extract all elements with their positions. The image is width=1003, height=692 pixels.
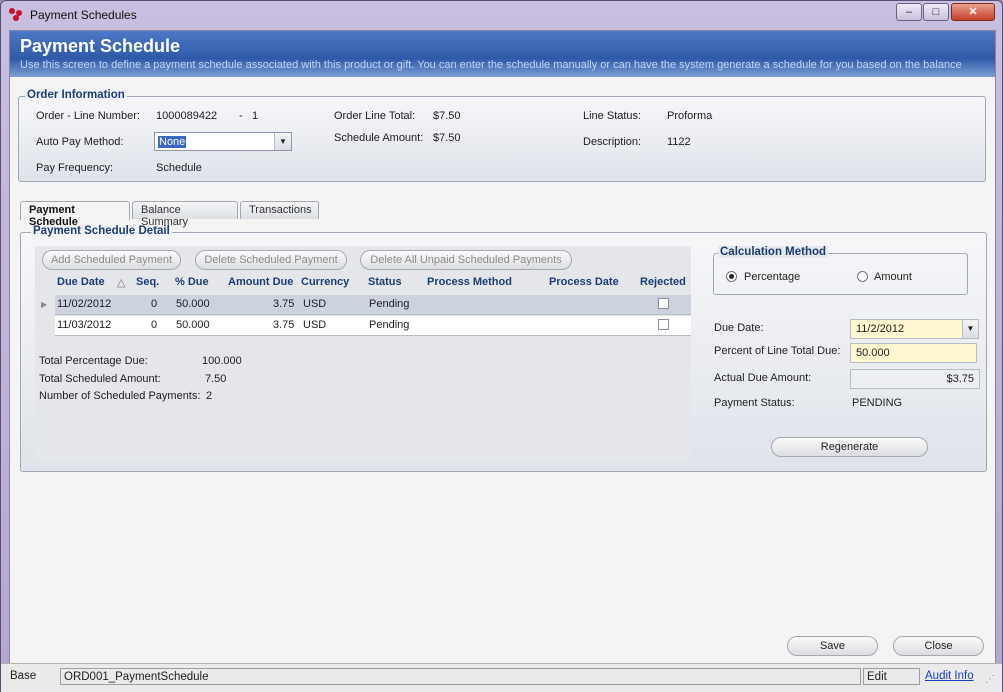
- audit-info-link[interactable]: Audit Info: [922, 668, 982, 685]
- payment-count-value: 2: [206, 390, 213, 402]
- row-amount: 3.75: [273, 298, 295, 310]
- status-base: Base: [10, 670, 37, 682]
- auto-pay-value: None: [158, 136, 187, 148]
- line-total-label: Order Line Total:: [334, 110, 416, 122]
- pay-frequency-label: Pay Frequency:: [36, 162, 114, 174]
- table-row[interactable]: 11/03/2012 0 50.000 3.75 USD Pending: [55, 316, 691, 336]
- minimize-button[interactable]: –: [896, 3, 922, 21]
- description-value: 1122: [667, 136, 691, 148]
- row-seq: 0: [151, 319, 158, 331]
- row-amount: 3.75: [273, 319, 295, 331]
- row-pct: 50.000: [176, 319, 210, 331]
- title-bar: Payment Schedules – □ ✕: [1, 1, 1002, 29]
- col-due-date[interactable]: Due Date: [57, 276, 105, 294]
- total-pct-label: Total Percentage Due:: [39, 355, 148, 367]
- regenerate-button[interactable]: Regenerate: [771, 437, 928, 457]
- actual-due-label: Actual Due Amount:: [714, 372, 812, 384]
- auto-pay-select[interactable]: None ▼: [154, 132, 292, 151]
- status-bar: Base ORD001_PaymentSchedule Edit Audit I…: [1, 663, 1002, 692]
- col-process-method[interactable]: Process Method: [427, 276, 512, 294]
- maximize-button[interactable]: □: [923, 3, 949, 21]
- col-amount-due[interactable]: Amount Due: [228, 276, 293, 294]
- line-number-separator: -: [239, 110, 243, 122]
- pay-frequency-value: Schedule: [156, 162, 202, 174]
- total-pct-value: 100.000: [202, 355, 242, 367]
- delete-scheduled-payment-button[interactable]: Delete Scheduled Payment: [195, 250, 347, 270]
- description-label: Description:: [583, 136, 642, 148]
- percent-due-label: Percent of Line Total Due:: [714, 345, 841, 357]
- line-index-value: 1: [252, 110, 259, 122]
- status-mode: Edit: [863, 668, 920, 685]
- client-area: Payment Schedule Use this screen to defi…: [9, 30, 996, 685]
- col-pct-due[interactable]: % Due: [175, 276, 209, 294]
- resize-grip-icon[interactable]: ⋰: [985, 674, 995, 685]
- delete-all-unpaid-button[interactable]: Delete All Unpaid Scheduled Payments: [360, 250, 572, 270]
- page-title: Payment Schedule: [20, 36, 181, 56]
- calendar-dropdown-icon[interactable]: ▼: [962, 320, 978, 338]
- row-due-date: 11/03/2012: [57, 319, 112, 331]
- schedule-grid: Add Scheduled Payment Delete Scheduled P…: [35, 246, 691, 461]
- payment-status-value: PENDING: [852, 397, 903, 409]
- close-button[interactable]: Close: [893, 636, 984, 656]
- page-subtitle: Use this screen to define a payment sche…: [20, 59, 962, 71]
- line-number-label: Order - Line Number:: [36, 110, 140, 122]
- schedule-amount-value: $7.50: [433, 132, 461, 144]
- row-pct: 50.000: [176, 298, 210, 310]
- tab-balance-summary[interactable]: Balance Summary: [132, 201, 238, 228]
- chevron-down-icon[interactable]: ▼: [274, 133, 291, 150]
- order-info-legend: Order Information: [25, 89, 127, 101]
- table-row[interactable]: 11/02/2012 0 50.000 3.75 USD Pending: [55, 295, 691, 315]
- window-title: Payment Schedules: [30, 8, 137, 22]
- app-window: Payment Schedules – □ ✕ Payment Schedule…: [0, 0, 1003, 692]
- tab-transactions[interactable]: Transactions: [240, 201, 319, 219]
- sort-ascending-icon: △: [117, 277, 126, 289]
- col-process-date[interactable]: Process Date: [549, 276, 619, 294]
- due-date-value: 11/2/2012: [856, 323, 905, 335]
- percent-due-field[interactable]: 50.000: [850, 343, 977, 363]
- due-date-field[interactable]: 11/2/2012 ▼: [850, 319, 979, 339]
- row-rejected-checkbox[interactable]: [658, 319, 669, 330]
- amount-label[interactable]: Amount: [874, 271, 912, 283]
- row-selector-icon: ▶: [41, 300, 48, 309]
- save-button[interactable]: Save: [787, 636, 878, 656]
- schedule-amount-label: Schedule Amount:: [334, 132, 424, 144]
- header-banner: Payment Schedule Use this screen to defi…: [10, 31, 995, 77]
- payment-status-label: Payment Status:: [714, 397, 795, 409]
- col-currency[interactable]: Currency: [301, 276, 349, 294]
- app-logo-icon: [9, 8, 23, 22]
- percentage-radio[interactable]: [726, 271, 737, 282]
- row-currency: USD: [303, 298, 327, 310]
- line-status-label: Line Status:: [583, 110, 642, 122]
- payment-count-label: Number of Scheduled Payments:: [39, 390, 201, 402]
- close-window-button[interactable]: ✕: [951, 3, 995, 21]
- schedule-detail-legend: Payment Schedule Detail: [31, 225, 172, 237]
- percentage-label[interactable]: Percentage: [744, 271, 800, 283]
- row-seq: 0: [151, 298, 158, 310]
- line-number-value: 1000089422: [156, 110, 218, 122]
- col-seq[interactable]: Seq.: [136, 276, 159, 294]
- add-scheduled-payment-button[interactable]: Add Scheduled Payment: [42, 250, 181, 270]
- calc-method-legend: Calculation Method: [718, 246, 829, 258]
- col-rejected[interactable]: Rejected: [640, 276, 686, 294]
- row-currency: USD: [303, 319, 327, 331]
- line-total-value: $7.50: [433, 110, 461, 122]
- row-rejected-checkbox[interactable]: [658, 298, 669, 309]
- status-form-name: ORD001_PaymentSchedule: [60, 668, 861, 685]
- row-status: Pending: [369, 298, 410, 310]
- actual-due-field: $3.75: [850, 369, 980, 389]
- calc-method-group: Calculation Method Percentage Amount: [713, 246, 968, 295]
- auto-pay-label: Auto Pay Method:: [36, 136, 124, 148]
- tab-payment-schedule[interactable]: Payment Schedule: [20, 201, 130, 228]
- due-date-label: Due Date:: [714, 322, 764, 334]
- line-status-value: Proforma: [667, 110, 713, 122]
- order-info-group: Order Information Order - Line Number: 1…: [18, 89, 986, 182]
- amount-radio[interactable]: [857, 271, 868, 282]
- total-amount-value: 7.50: [205, 373, 227, 385]
- row-due-date: 11/02/2012: [57, 298, 112, 310]
- total-amount-label: Total Scheduled Amount:: [39, 373, 161, 385]
- col-status[interactable]: Status: [368, 276, 402, 294]
- row-status: Pending: [369, 319, 410, 331]
